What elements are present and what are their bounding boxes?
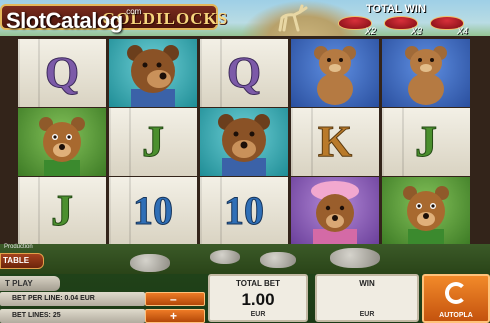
autoplay-label: AUTOPLA xyxy=(439,312,473,319)
reel-cell xyxy=(382,39,470,107)
total-bet-panel: TOTAL BET 1.00 EUR xyxy=(208,274,308,322)
rock xyxy=(330,248,380,268)
bet-per-line-display: BET PER LINE: 0.04 EUR xyxy=(0,292,145,306)
symbol-10: 10 xyxy=(133,188,174,234)
teddy-bear-icon xyxy=(405,46,447,105)
multiplier-label: X2 xyxy=(364,26,376,36)
reel-cell xyxy=(200,108,288,176)
top-bar: GOLDILOCKS SlotCatalog .com TOTAL WIN X2… xyxy=(0,0,490,38)
symbol-j: J xyxy=(142,117,165,167)
spin-icon[interactable] xyxy=(445,282,467,304)
autoplay-tab-button[interactable]: T PLAY xyxy=(0,276,60,291)
multiplier-x2: X2 xyxy=(338,16,376,36)
game-screen: GOLDILOCKS SlotCatalog .com TOTAL WIN X2… xyxy=(0,0,490,323)
total-win-label: TOTAL WIN xyxy=(366,3,426,15)
reel-cell: J xyxy=(109,108,197,176)
reel-cell: J xyxy=(18,177,106,245)
win-panel: WIN EUR xyxy=(315,274,419,322)
minus-icon[interactable]: – xyxy=(170,293,177,305)
bet-per-line-stepper[interactable]: – xyxy=(145,292,205,306)
symbol-j: J xyxy=(415,117,438,167)
bet-lines-stepper[interactable]: + xyxy=(145,309,205,323)
papa-bear-icon xyxy=(218,114,270,176)
mama-bear-icon xyxy=(311,181,359,245)
reel-cell xyxy=(18,108,106,176)
total-bet-value: 1.00 xyxy=(241,290,275,309)
reel-cell xyxy=(291,39,379,107)
paytable-button[interactable]: TABLE xyxy=(0,253,44,269)
symbol-j: J xyxy=(51,186,74,236)
multiplier-x3: X3 xyxy=(384,16,422,36)
reel-cell: 10 xyxy=(109,177,197,245)
rock xyxy=(130,254,170,272)
reel-cell: K xyxy=(291,108,379,176)
reel-cell: 10 xyxy=(200,177,288,245)
symbol-k: K xyxy=(317,117,353,167)
spin-button[interactable]: AUTOPLA xyxy=(422,274,490,323)
multiplier-x4: X4 xyxy=(430,16,468,36)
rock xyxy=(210,250,240,264)
watermark-domain: .com xyxy=(124,7,142,16)
reel-cell xyxy=(382,177,470,245)
baby-bear-icon xyxy=(39,117,85,176)
win-label: WIN xyxy=(359,279,375,288)
reel-cell xyxy=(291,177,379,245)
bet-lines-display: BET LINES: 25 xyxy=(0,309,145,323)
reel-cell xyxy=(109,39,197,107)
production-label: Production xyxy=(4,244,33,250)
baby-bear-icon xyxy=(403,186,449,245)
reel-area: Q Q J K J J 10 10 xyxy=(0,36,490,245)
watermark-text: SlotCatalog xyxy=(6,8,123,33)
multiplier-label: X3 xyxy=(410,26,422,36)
plus-icon[interactable]: + xyxy=(170,310,177,322)
teddy-bear-icon xyxy=(314,46,356,105)
reel-cell: Q xyxy=(18,39,106,107)
symbol-q: Q xyxy=(44,48,80,98)
papa-bear-icon xyxy=(127,45,179,107)
reel-cell: J xyxy=(382,108,470,176)
watermark: SlotCatalog xyxy=(6,8,123,34)
ground-strip xyxy=(0,244,490,274)
symbol-10: 10 xyxy=(224,188,265,234)
symbol-q: Q xyxy=(226,48,262,98)
reel-cell: Q xyxy=(200,39,288,107)
win-currency: EUR xyxy=(359,311,375,318)
total-bet-currency: EUR xyxy=(250,311,266,318)
total-bet-label: TOTAL BET xyxy=(236,279,280,288)
multiplier-label: X4 xyxy=(456,26,468,36)
rock xyxy=(260,252,296,268)
deer-icon xyxy=(278,4,308,32)
